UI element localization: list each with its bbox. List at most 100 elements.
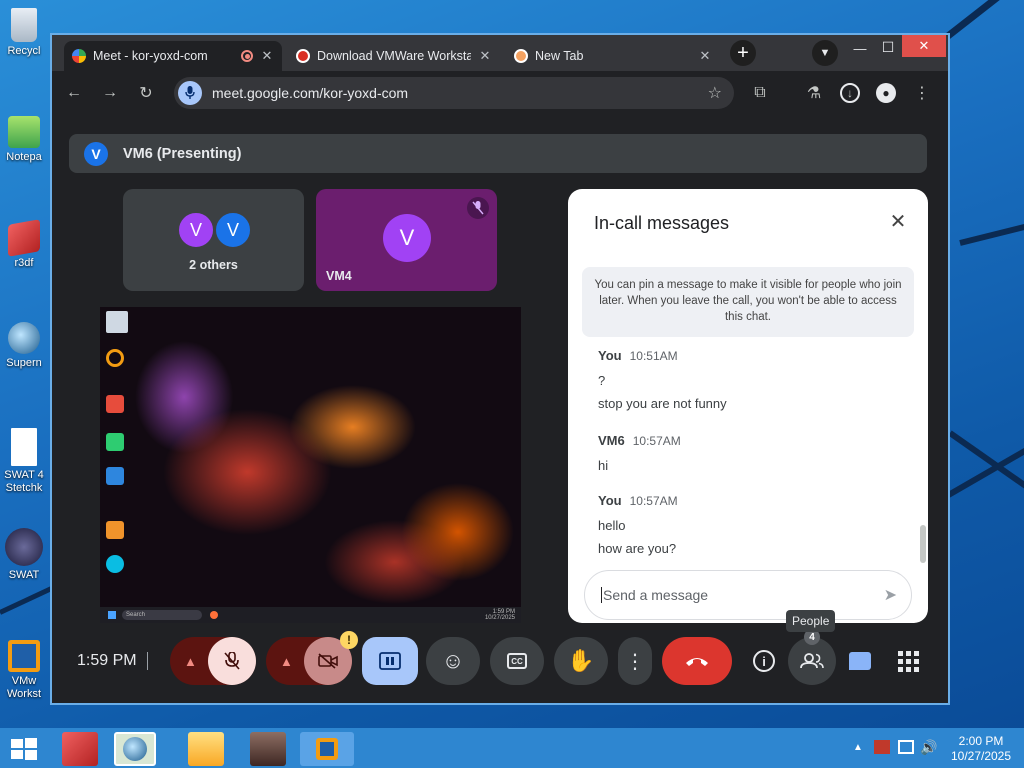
- desktop-icon-swat[interactable]: SWAT: [0, 528, 48, 581]
- desktop-icon-label: SWAT 4 Stetchk: [4, 469, 44, 494]
- meeting-info-button[interactable]: i: [740, 637, 788, 685]
- meet-favicon-icon: [72, 49, 86, 63]
- tile-vm4[interactable]: V VM4: [316, 189, 497, 291]
- leave-call-button[interactable]: [662, 637, 732, 685]
- desktop-icon-recycle[interactable]: Recycl: [0, 8, 48, 57]
- labs-flask-icon[interactable]: ⚗: [800, 79, 828, 107]
- message-time: 10:57AM: [629, 494, 678, 508]
- desktop-icon-label: VMw Workst: [6, 675, 42, 700]
- desktop-icon-label: SWAT: [8, 569, 40, 581]
- message-text: how are you?: [598, 541, 677, 556]
- menu-kebab-icon[interactable]: ⋮: [908, 79, 936, 107]
- tab-close-icon[interactable]: ✕: [478, 48, 492, 64]
- tray-clock[interactable]: 2:00 PM 10/27/2025: [944, 734, 1018, 764]
- tile-others[interactable]: V V 2 others: [123, 189, 304, 291]
- chat-title: In-call messages: [594, 213, 730, 233]
- send-icon[interactable]: ➤: [884, 585, 897, 605]
- desktop-icon-swat-doc[interactable]: SWAT 4 Stetchk: [0, 428, 48, 495]
- present-screen-icon: [379, 652, 401, 670]
- notepad-icon: [8, 116, 40, 148]
- desktop-icon-supern[interactable]: Supern: [0, 322, 48, 369]
- tile-label: VM4: [326, 269, 352, 283]
- shared-taskbar: Search 1:59 PM 10/27/2025: [100, 607, 521, 623]
- message-text: hi: [598, 458, 609, 473]
- chat-notice: You can pin a message to make it visible…: [582, 267, 914, 337]
- message-time: 10:57AM: [632, 434, 681, 448]
- download-icon[interactable]: ↓: [836, 79, 864, 107]
- tab-vmware[interactable]: Download VMWare Workstati ✕: [288, 41, 500, 71]
- tab-meet[interactable]: Meet - kor-yoxd-com ✕: [64, 41, 282, 71]
- extensions-puzzle-icon[interactable]: ⧉: [746, 79, 774, 107]
- more-options-button[interactable]: ⋮: [618, 637, 652, 685]
- shared-desktop-icon: [106, 555, 124, 573]
- new-tab-favicon-icon: [514, 49, 528, 63]
- start-windows-icon[interactable]: [10, 737, 38, 761]
- apps-grid-icon: [897, 650, 919, 672]
- mic-off-button[interactable]: [208, 637, 256, 685]
- tray-chevron-up-icon[interactable]: ▲: [853, 742, 863, 753]
- swat-doc-icon: [11, 428, 37, 466]
- desktop-icon-r3df[interactable]: r3df: [0, 219, 48, 269]
- desktop-icon-notepad[interactable]: Notepa: [0, 116, 48, 163]
- chat-close-icon[interactable]: ✕: [884, 207, 912, 235]
- muted-mic-icon: [467, 197, 489, 219]
- message-text: ?: [598, 373, 606, 388]
- shared-search-box: Search: [122, 610, 202, 620]
- profile-avatar-icon[interactable]: ●: [872, 79, 900, 107]
- tray-volume-icon[interactable]: 🔊: [920, 739, 937, 756]
- warning-badge: !: [340, 631, 358, 649]
- chat-scrollbar[interactable]: [920, 525, 926, 563]
- bookmark-star-icon[interactable]: ☆: [708, 83, 722, 103]
- meet-stage: V VM6 (Presenting) V V 2 others V VM4 Se…: [52, 115, 948, 703]
- raise-hand-button[interactable]: ✋: [554, 637, 608, 685]
- close-window-button[interactable]: ✕: [902, 35, 946, 57]
- maximize-button[interactable]: ☐: [876, 39, 900, 59]
- mic-options-chevron-up-icon[interactable]: ▲: [184, 654, 197, 669]
- url-text: meet.google.com/kor-yoxd-com: [212, 85, 409, 101]
- chat-input-placeholder: Send a message: [601, 587, 709, 603]
- recording-icon: [241, 50, 253, 62]
- mic-permission-icon[interactable]: [178, 81, 202, 105]
- tab-close-icon[interactable]: ✕: [260, 48, 274, 64]
- desktop-icon-vmware[interactable]: VMw Workst: [0, 640, 48, 701]
- tab-title: Meet - kor-yoxd-com: [93, 49, 208, 63]
- desktop-icon-label: Supern: [6, 357, 42, 369]
- minimize-button[interactable]: —: [848, 41, 872, 61]
- shared-desktop-icon: [106, 349, 124, 367]
- tray-network-icon[interactable]: [898, 740, 914, 754]
- shared-start-icon: [108, 611, 116, 619]
- forward-arrow-icon[interactable]: →: [96, 79, 124, 107]
- present-button[interactable]: [362, 637, 418, 685]
- participant-avatar: V: [383, 214, 431, 262]
- chat-button[interactable]: [836, 637, 884, 685]
- meeting-time: 1:59 PM: [77, 652, 137, 669]
- chat-message: VM6 10:57AM hi: [598, 432, 681, 473]
- tab-new-tab[interactable]: New Tab ✕: [506, 41, 720, 71]
- tray-security-icon[interactable]: [874, 740, 890, 754]
- chat-input[interactable]: Send a message ➤: [584, 570, 912, 620]
- swat-icon: [5, 528, 43, 566]
- presenting-bar: V VM6 (Presenting): [69, 134, 927, 173]
- tab-title: Download VMWare Workstati: [317, 49, 471, 63]
- people-button[interactable]: 4: [788, 629, 836, 685]
- reactions-button[interactable]: ☺: [426, 637, 480, 685]
- shared-desktop-icon: [106, 521, 124, 539]
- tab-close-icon[interactable]: ✕: [698, 48, 712, 64]
- taskbar-supern-icon[interactable]: [114, 732, 156, 766]
- address-bar[interactable]: meet.google.com/kor-yoxd-com ☆: [174, 77, 734, 109]
- tab-search-chevron-down-icon[interactable]: ▼: [812, 40, 838, 66]
- activities-button[interactable]: [884, 637, 932, 685]
- shared-browser-icon: [210, 611, 218, 619]
- taskbar-r3df-icon[interactable]: [62, 732, 98, 766]
- taskbar-vmware-icon[interactable]: [300, 732, 354, 766]
- back-arrow-icon[interactable]: ←: [60, 79, 88, 107]
- taskbar-swat-icon[interactable]: [250, 732, 286, 766]
- message-sender: VM6: [598, 433, 625, 448]
- new-tab-button[interactable]: +: [730, 40, 756, 66]
- reload-icon[interactable]: ↻: [132, 79, 160, 107]
- taskbar-file-explorer-icon[interactable]: [188, 732, 224, 766]
- people-tooltip: People: [786, 610, 836, 632]
- captions-button[interactable]: CC: [490, 637, 544, 685]
- control-divider: [147, 652, 148, 670]
- camera-options-chevron-up-icon[interactable]: ▲: [280, 654, 293, 669]
